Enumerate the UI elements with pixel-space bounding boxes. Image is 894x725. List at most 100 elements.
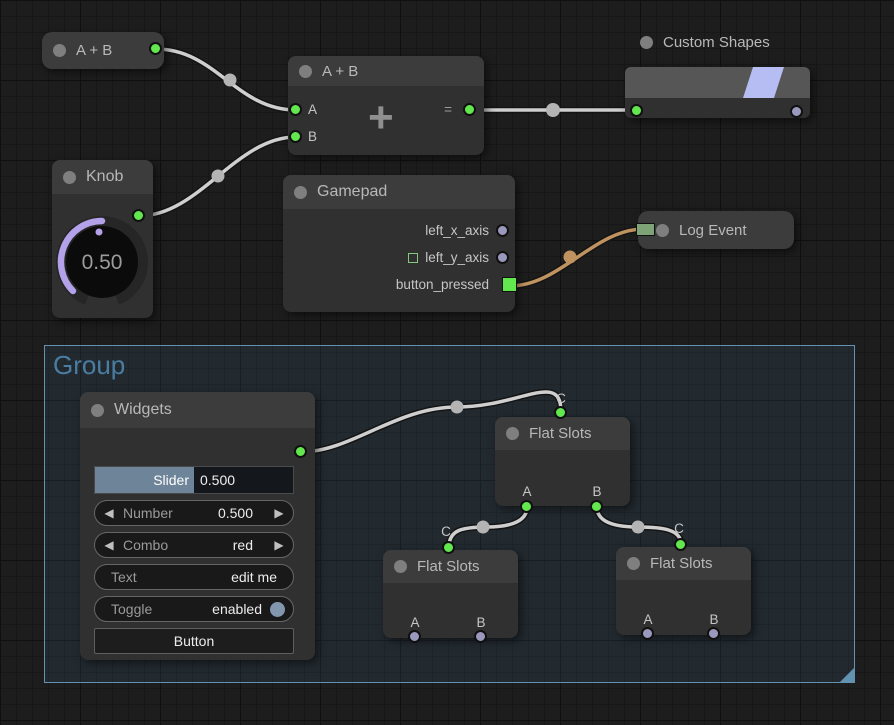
combo-label: Combo bbox=[123, 537, 233, 553]
output-port[interactable] bbox=[149, 42, 162, 55]
collapse-toggle-icon[interactable] bbox=[63, 171, 76, 184]
output-label-button-pressed: button_pressed bbox=[396, 277, 489, 292]
slider-label: Slider bbox=[153, 472, 189, 488]
node-log-event[interactable]: Log Event bbox=[638, 211, 794, 249]
text-label: Text bbox=[95, 569, 231, 585]
node-title: Knob bbox=[86, 168, 123, 186]
node-title: Gamepad bbox=[317, 183, 387, 201]
event-input-port[interactable] bbox=[636, 223, 655, 236]
knob-dial[interactable]: 0.50 bbox=[52, 194, 153, 318]
collapse-toggle-icon[interactable] bbox=[299, 65, 312, 78]
output-port-a[interactable] bbox=[408, 630, 421, 643]
output-label-b: B bbox=[704, 612, 724, 627]
node-flat-slots-right[interactable]: Flat Slots C A B bbox=[616, 547, 751, 635]
input-label-c: C bbox=[669, 521, 689, 536]
output-label-equals: = bbox=[444, 102, 452, 117]
output-port-b[interactable] bbox=[474, 630, 487, 643]
button-label: Button bbox=[174, 633, 214, 649]
output-port[interactable] bbox=[790, 105, 803, 118]
combo-value[interactable]: red bbox=[233, 537, 265, 553]
node-title: Flat Slots bbox=[529, 425, 592, 442]
wire-gamepad-to-logevent[interactable] bbox=[510, 229, 644, 286]
output-label-a: A bbox=[405, 615, 425, 630]
slider-widget[interactable]: Slider 0.500 bbox=[94, 466, 294, 494]
next-option-arrow-icon[interactable]: ▶ bbox=[265, 538, 293, 552]
node-title: A + B bbox=[76, 42, 112, 59]
output-label-left-x-axis: left_x_axis bbox=[425, 223, 489, 238]
output-port-a[interactable] bbox=[641, 627, 654, 640]
node-add[interactable]: A + B A B + = bbox=[288, 56, 484, 155]
group-title[interactable]: Group bbox=[45, 346, 854, 381]
decrement-arrow-icon[interactable]: ◀ bbox=[95, 506, 123, 520]
output-port-left-y-axis[interactable] bbox=[496, 251, 509, 264]
group-resize-handle[interactable] bbox=[840, 668, 854, 682]
node-title: Flat Slots bbox=[650, 555, 713, 572]
node-title: Custom Shapes bbox=[663, 34, 770, 51]
knob-marker bbox=[96, 229, 103, 236]
wire-dot bbox=[564, 251, 577, 264]
collapse-toggle-icon[interactable] bbox=[506, 427, 519, 440]
collapse-toggle-icon[interactable] bbox=[294, 186, 307, 199]
node-graph-canvas[interactable]: Group bbox=[0, 0, 894, 725]
toggle-label: Toggle bbox=[95, 601, 212, 617]
output-port-b[interactable] bbox=[707, 627, 720, 640]
output-label-b: B bbox=[471, 615, 491, 630]
node-gamepad[interactable]: Gamepad left_x_axis left_y_axis button_p… bbox=[283, 175, 515, 312]
wire-addcollapsed-to-addA[interactable] bbox=[156, 49, 296, 110]
collapse-toggle-icon[interactable] bbox=[91, 404, 104, 417]
text-widget[interactable]: Text edit me bbox=[94, 564, 294, 590]
prev-option-arrow-icon[interactable]: ◀ bbox=[95, 538, 123, 552]
wire-add-to-customshapes[interactable] bbox=[470, 103, 637, 117]
knob-value: 0.50 bbox=[82, 251, 123, 274]
node-title: Log Event bbox=[679, 222, 747, 239]
node-title: Flat Slots bbox=[417, 558, 480, 575]
slider-fill: Slider bbox=[95, 467, 194, 493]
input-port[interactable] bbox=[630, 104, 643, 117]
node-knob[interactable]: Knob 0.50 bbox=[52, 160, 153, 318]
node-title: A + B bbox=[322, 63, 358, 80]
output-port-left-x-axis[interactable] bbox=[496, 224, 509, 237]
node-flat-slots-mid[interactable]: Flat Slots C A B bbox=[495, 417, 630, 506]
combo-widget[interactable]: ◀ Combo red ▶ bbox=[94, 532, 294, 558]
input-port-c[interactable] bbox=[442, 541, 455, 554]
number-value[interactable]: 0.500 bbox=[218, 505, 265, 521]
input-port-c[interactable] bbox=[674, 538, 687, 551]
node-flat-slots-left[interactable]: Flat Slots C A B bbox=[383, 550, 518, 638]
input-label-c: C bbox=[436, 524, 456, 539]
text-value[interactable]: edit me bbox=[231, 569, 293, 585]
node-widgets[interactable]: Widgets Slider 0.500 ◀ Number 0.500 ▶ ◀ … bbox=[80, 392, 315, 660]
output-port-a[interactable] bbox=[520, 500, 533, 513]
output-port[interactable] bbox=[463, 103, 476, 116]
node-title: Widgets bbox=[114, 401, 172, 419]
collapse-toggle-icon[interactable] bbox=[627, 557, 640, 570]
input-port-a[interactable] bbox=[289, 103, 302, 116]
wire-dot bbox=[224, 74, 237, 87]
input-label-c: C bbox=[551, 391, 571, 406]
number-label: Number bbox=[123, 505, 218, 521]
collapse-toggle-icon[interactable] bbox=[656, 224, 669, 237]
output-label-b: B bbox=[587, 484, 607, 499]
node-add-collapsed[interactable]: A + B bbox=[42, 32, 164, 69]
toggle-widget[interactable]: Toggle enabled bbox=[94, 596, 294, 622]
node-custom-shapes[interactable]: Custom Shapes bbox=[625, 67, 810, 118]
button-widget[interactable]: Button bbox=[94, 628, 294, 654]
collapse-toggle-icon[interactable] bbox=[394, 560, 407, 573]
collapse-toggle-icon[interactable] bbox=[640, 36, 653, 49]
collapse-toggle-icon[interactable] bbox=[53, 44, 66, 57]
number-widget[interactable]: ◀ Number 0.500 ▶ bbox=[94, 500, 294, 526]
input-port-b[interactable] bbox=[289, 130, 302, 143]
plus-icon: + bbox=[368, 93, 394, 143]
output-port-button-pressed[interactable] bbox=[502, 277, 517, 292]
wire-knob-to-addB[interactable] bbox=[139, 137, 296, 216]
wire-dot bbox=[212, 170, 225, 183]
toggle-knob-icon[interactable] bbox=[270, 602, 285, 617]
output-label-a: A bbox=[638, 612, 658, 627]
increment-arrow-icon[interactable]: ▶ bbox=[265, 506, 293, 520]
input-port-c[interactable] bbox=[554, 406, 567, 419]
input-label-b: B bbox=[308, 129, 317, 144]
output-label-left-y-axis: left_y_axis bbox=[425, 250, 489, 265]
output-port-b[interactable] bbox=[590, 500, 603, 513]
output-port[interactable] bbox=[294, 445, 307, 458]
graph-toggle-icon[interactable] bbox=[408, 253, 418, 263]
output-label-a: A bbox=[517, 484, 537, 499]
